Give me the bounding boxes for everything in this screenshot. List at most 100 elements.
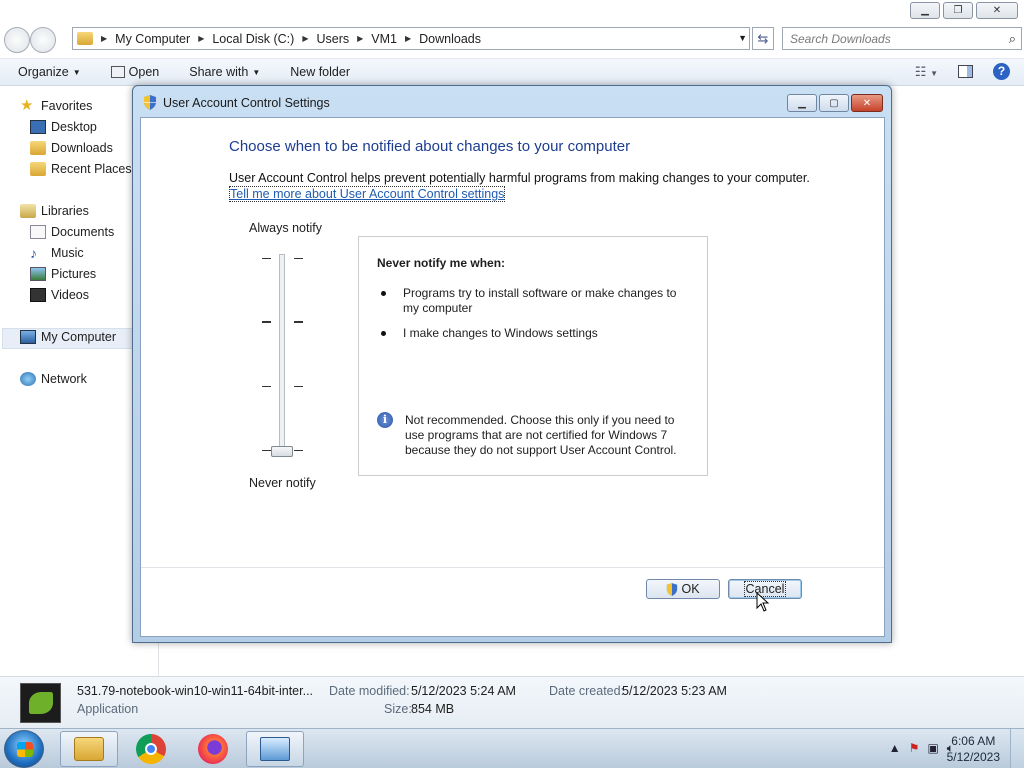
videos-icon	[30, 288, 46, 302]
share-with-button[interactable]: Share with ▼	[189, 65, 260, 79]
view-options-icon[interactable]: ☷ ▼	[915, 64, 938, 80]
explorer-folder-icon	[74, 737, 104, 761]
taskbar-firefox[interactable]	[184, 731, 242, 767]
sidebar-label: Pictures	[51, 267, 97, 281]
dialog-description: User Account Control helps prevent poten…	[229, 171, 810, 185]
breadcrumb-users[interactable]: Users	[316, 32, 349, 46]
refresh-button[interactable]: ⇆	[752, 27, 774, 50]
share-with-label: Share with	[189, 65, 249, 79]
sidebar-item-my-computer[interactable]: My Computer	[20, 330, 116, 344]
level-description-box: Never notify me when: Programs try to in…	[358, 236, 708, 476]
libraries-icon	[20, 204, 36, 218]
notification-slider-thumb[interactable]	[271, 446, 293, 457]
sidebar-item-libraries[interactable]: Libraries	[20, 204, 89, 218]
folder-icon	[77, 32, 93, 45]
new-folder-button[interactable]: New folder	[290, 65, 350, 79]
level-heading: Never notify me when:	[377, 256, 506, 270]
slider-tick	[294, 258, 303, 259]
network-icon	[20, 372, 36, 386]
command-toolbar: Organize ▼ Open Share with ▼ New folder ☷ …	[0, 58, 1024, 86]
open-button[interactable]: Open	[110, 65, 159, 79]
start-button[interactable]	[4, 730, 44, 768]
documents-icon	[30, 225, 46, 239]
button-separator	[141, 567, 884, 568]
slider-tick	[294, 450, 303, 451]
details-type: Application	[77, 702, 139, 716]
chevron-down-icon[interactable]: ▼	[738, 33, 747, 43]
sidebar-item-network[interactable]: Network	[20, 372, 87, 386]
preview-pane-icon[interactable]	[958, 65, 973, 78]
breadcrumb-my-computer[interactable]: My Computer	[115, 32, 190, 46]
bullet-dot	[381, 291, 386, 296]
organize-button[interactable]: Organize ▼	[18, 65, 81, 79]
breadcrumb-vm1[interactable]: VM1	[371, 32, 397, 46]
learn-more-link[interactable]: Tell me more about User Account Control …	[229, 186, 506, 202]
address-bar[interactable]: ▶ My Computer ▶ Local Disk (C:) ▶ Users …	[72, 27, 750, 50]
dialog-title: User Account Control Settings	[163, 96, 330, 110]
uac-shield-icon	[144, 95, 156, 110]
notification-slider-track[interactable]	[279, 254, 285, 452]
slider-tick	[262, 258, 271, 259]
date-modified-label: Date modified:	[329, 684, 410, 698]
ok-label: OK	[681, 582, 700, 596]
slider-tick	[294, 321, 303, 323]
navigation-bar: ▶ My Computer ▶ Local Disk (C:) ▶ Users …	[0, 24, 1024, 54]
recent-places-icon	[30, 162, 46, 176]
taskbar-chrome[interactable]	[122, 731, 180, 767]
sidebar-label: Music	[51, 246, 84, 260]
dialog-body: Choose when to be notified about changes…	[140, 117, 885, 637]
sidebar-label: Desktop	[51, 120, 97, 134]
sidebar-item-recent-places[interactable]: Recent Places	[30, 162, 132, 176]
level-bullet-2: I make changes to Windows settings	[403, 326, 598, 340]
sidebar-item-documents[interactable]: Documents	[30, 225, 114, 239]
navigation-pane: ★ Favorites Desktop Downloads Recent Plac…	[0, 92, 140, 672]
taskbar-explorer[interactable]	[60, 731, 118, 767]
minimize-button[interactable]: ▁	[910, 2, 940, 19]
close-button[interactable]: ✕	[976, 2, 1018, 19]
dialog-close-button[interactable]: ✕	[851, 94, 883, 112]
network-tray-icon[interactable]: ▣	[927, 741, 938, 756]
sidebar-label: Downloads	[51, 141, 113, 155]
sidebar-item-favorites[interactable]: ★ Favorites	[20, 98, 93, 113]
date-created-value: 5/12/2023 5:23 AM	[622, 684, 727, 698]
nvidia-app-icon	[20, 683, 61, 723]
clock-date: 5/12/2023	[946, 750, 1000, 764]
breadcrumb-local-disk[interactable]: Local Disk (C:)	[212, 32, 294, 46]
size-value: 854 MB	[411, 702, 455, 716]
search-input[interactable]: Search Downloads ⌕	[782, 27, 1022, 50]
slider-tick	[294, 386, 303, 387]
organize-label: Organize	[18, 65, 69, 79]
show-desktop-button[interactable]	[1010, 729, 1024, 768]
slider-tick	[262, 321, 271, 323]
dialog-maximize-button[interactable]: ▢	[819, 94, 849, 112]
back-button[interactable]	[4, 27, 30, 53]
sidebar-label: Libraries	[41, 204, 89, 218]
restore-button[interactable]: ❐	[943, 2, 973, 19]
taskbar-control-panel[interactable]	[246, 731, 304, 767]
system-tray: ▲ ⚑ ▣ 🔈︎	[889, 741, 954, 756]
clock[interactable]: 6:06 AM 5/12/2023	[947, 733, 1000, 765]
sidebar-label: Videos	[51, 288, 89, 302]
help-icon[interactable]: ?	[993, 63, 1010, 80]
sidebar-label: Recent Places	[51, 162, 132, 176]
breadcrumb-downloads[interactable]: Downloads	[419, 32, 481, 46]
toolbar-right: ☷ ▼ ?	[915, 63, 1010, 80]
level-warning-note: Not recommended. Choose this only if you…	[405, 413, 677, 457]
sidebar-item-desktop[interactable]: Desktop	[30, 120, 97, 134]
info-icon: i	[377, 412, 393, 428]
forward-button[interactable]	[30, 27, 56, 53]
ok-button[interactable]: OK	[646, 579, 720, 599]
chevron-down-icon: ▼	[252, 67, 261, 77]
action-center-icon[interactable]: ⚑	[909, 741, 920, 756]
sidebar-item-music[interactable]: ♪ Music	[30, 246, 84, 260]
dialog-minimize-button[interactable]: ▁	[787, 94, 817, 112]
control-panel-icon	[260, 737, 290, 761]
show-hidden-icons-icon[interactable]: ▲	[889, 741, 901, 756]
mouse-cursor-icon	[756, 592, 770, 612]
sidebar-label: Favorites	[41, 99, 93, 113]
search-icon[interactable]: ⌕	[1009, 31, 1016, 47]
chrome-icon	[136, 734, 166, 764]
sidebar-item-downloads[interactable]: Downloads	[30, 141, 113, 155]
sidebar-item-videos[interactable]: Videos	[30, 288, 89, 302]
sidebar-item-pictures[interactable]: Pictures	[30, 267, 96, 281]
